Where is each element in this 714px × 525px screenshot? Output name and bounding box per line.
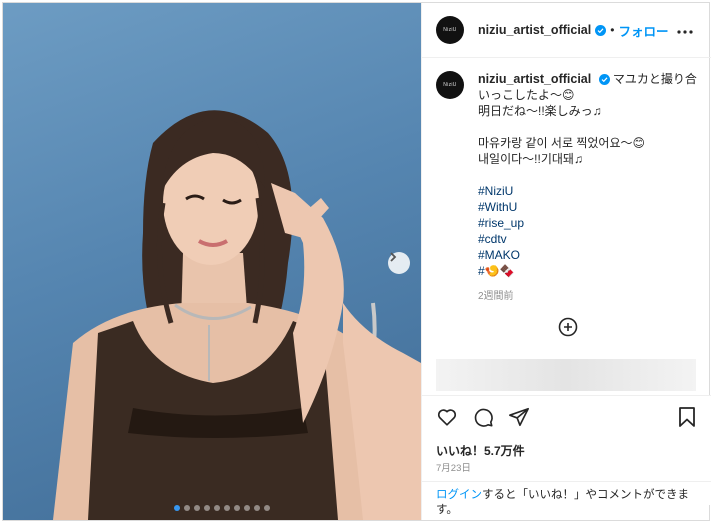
carousel-dot (184, 505, 190, 511)
post-header: NiziU niziu_artist_official • フォロー (422, 3, 711, 58)
carousel-dot (264, 505, 270, 511)
caption-username[interactable]: niziu_artist_official (478, 72, 591, 86)
comment-button[interactable] (472, 406, 494, 433)
caption-text: niziu_artist_official マユカと撮り合いっこしたよ～😊 明日… (478, 71, 701, 305)
verified-badge-icon (598, 74, 610, 86)
portrait-illustration (53, 110, 421, 520)
carousel-dot (254, 505, 260, 511)
carousel-dot (224, 505, 230, 511)
bookmark-icon (679, 407, 695, 427)
more-options-button[interactable] (677, 21, 693, 39)
share-button[interactable] (508, 406, 530, 433)
caption-line (478, 119, 701, 135)
chevron-right-icon (390, 252, 397, 262)
like-button[interactable] (436, 406, 458, 433)
caption-avatar-logo-text: NiziU (443, 82, 457, 88)
hashtag-link[interactable]: #NiziU (478, 183, 701, 199)
hashtag-link[interactable]: #cdtv (478, 231, 701, 247)
add-comment-button[interactable] (558, 317, 578, 337)
comment-icon (474, 408, 493, 427)
carousel-dot (234, 505, 240, 511)
caption: NiziU niziu_artist_official マユカと撮り合いっこした… (436, 71, 701, 305)
follow-button[interactable]: フォロー (618, 21, 668, 40)
save-button[interactable] (677, 406, 697, 433)
carousel-dot (194, 505, 200, 511)
hashtag-link[interactable]: #🍤🍫 (478, 263, 701, 279)
post-side-panel: NiziU niziu_artist_official • フォロー NiziU (421, 3, 711, 520)
header-username[interactable]: niziu_artist_official (478, 23, 591, 37)
like-count[interactable]: いいね！5.7万件 (436, 442, 525, 459)
related-content-placeholder (436, 359, 696, 391)
carousel-indicator (174, 505, 270, 511)
heart-icon (437, 409, 457, 426)
hashtag-link[interactable]: #MAKO (478, 247, 701, 263)
caption-line: 내일이다～!!기대돼♫ (478, 152, 583, 166)
post-photo[interactable] (3, 3, 421, 520)
more-horizontal-icon (677, 30, 693, 34)
login-link[interactable]: ログイン (436, 489, 482, 501)
instagram-post-card: NiziU niziu_artist_official • フォロー NiziU (2, 2, 711, 521)
carousel-dot (214, 505, 220, 511)
caption-avatar[interactable]: NiziU (436, 71, 464, 99)
avatar[interactable]: NiziU (436, 16, 464, 44)
post-time-ago: 2週間前 (478, 291, 514, 302)
carousel-next-button[interactable] (388, 252, 410, 274)
caption-line: 마유카랑 같이 서로 찍었어요～😊 (478, 136, 645, 150)
header-separator: • (610, 23, 615, 37)
hashtag-link[interactable]: #rise_up (478, 215, 701, 231)
login-prompt: ログインすると「いいね！」やコメントができます。 (422, 481, 711, 520)
carousel-dot (244, 505, 250, 511)
post-date: 7月23日 (436, 463, 471, 474)
share-icon (509, 407, 529, 427)
plus-circle-icon (558, 317, 578, 337)
caption-line: 明日だね～!!楽しみっ♫ (478, 104, 602, 118)
avatar-logo-text: NiziU (443, 27, 457, 33)
carousel-dot (174, 505, 180, 511)
hashtag-link[interactable]: #WithU (478, 199, 701, 215)
carousel-dot (204, 505, 210, 511)
verified-badge-icon (595, 24, 607, 36)
